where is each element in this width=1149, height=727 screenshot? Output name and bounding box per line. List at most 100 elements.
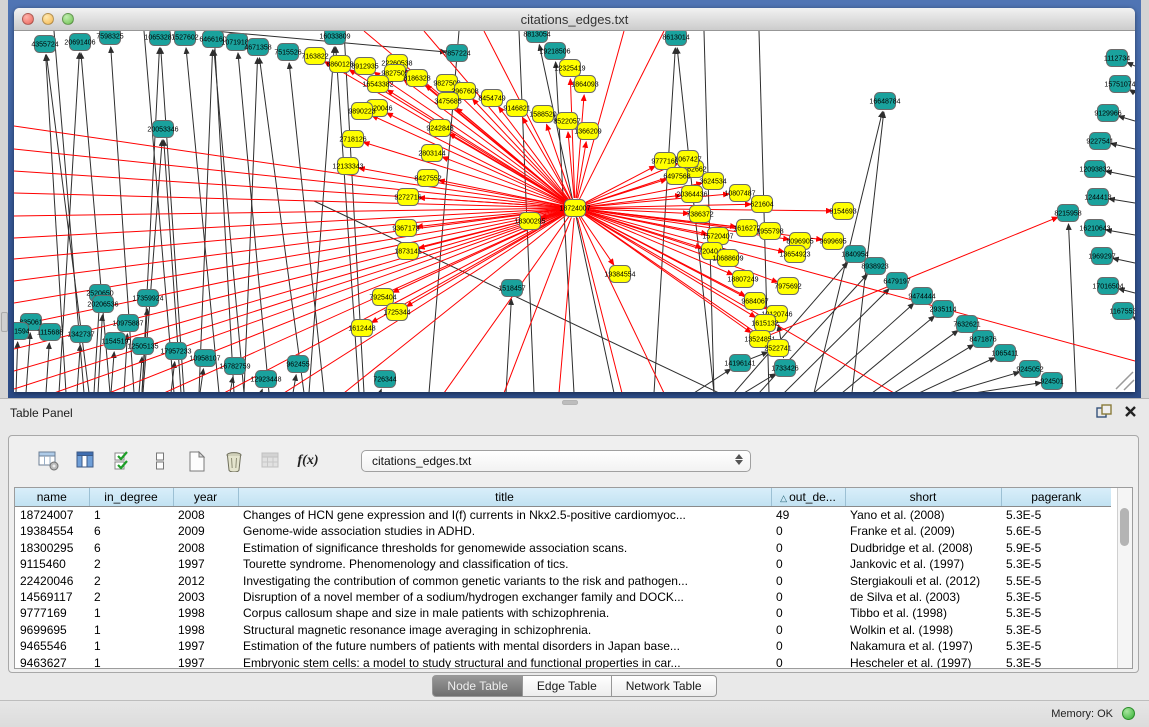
table-cell[interactable]: 19384554 [15, 523, 89, 539]
network-node[interactable]: 9699695 [819, 233, 846, 250]
network-node[interactable]: 7598325 [96, 31, 123, 45]
network-node[interactable]: 2935114 [930, 301, 957, 318]
network-node[interactable]: 726344 [373, 371, 396, 388]
network-node[interactable]: 8454749 [478, 90, 505, 107]
network-node[interactable]: 1615132 [751, 315, 778, 332]
table-selector-dropdown[interactable]: citations_edges.txt [361, 450, 751, 472]
delete-column-trash-icon[interactable] [222, 450, 246, 472]
table-cell[interactable]: 5.5E-5 [1001, 573, 1111, 589]
column-header-in-degree[interactable]: in_degree [89, 488, 173, 507]
network-node[interactable]: 9684067 [741, 293, 768, 310]
table-cell[interactable]: 5.3E-5 [1001, 507, 1111, 524]
network-node[interactable]: 1612448 [348, 320, 375, 337]
table-cell[interactable]: 5.3E-5 [1001, 589, 1111, 605]
table-row[interactable]: 1830029562008Estimation of significance … [15, 540, 1111, 556]
network-node[interactable]: 12133343 [332, 158, 363, 175]
network-node[interactable]: 3475685 [434, 93, 461, 110]
toggle-row-height-button[interactable] [148, 450, 172, 472]
network-node[interactable]: 7163822 [301, 48, 328, 65]
network-node[interactable]: 962455 [286, 356, 309, 373]
network-node[interactable]: 15751074 [1104, 76, 1135, 93]
table-cell[interactable]: 0 [771, 638, 845, 654]
network-node[interactable]: 16782759 [219, 358, 250, 375]
table-cell[interactable]: Changes of HCN gene expression and I(f) … [238, 507, 771, 524]
table-cell[interactable]: Embryonic stem cells: a model to study s… [238, 655, 771, 669]
table-cell[interactable]: 9777169 [15, 605, 89, 621]
table-cell[interactable]: Structural magnetic resonance image aver… [238, 622, 771, 638]
network-node[interactable]: 7515526 [274, 44, 301, 61]
table-cell[interactable]: 0 [771, 622, 845, 638]
network-node[interactable]: 19218506 [539, 43, 570, 60]
table-cell[interactable]: 1998 [173, 622, 238, 638]
network-node[interactable]: 9367173 [392, 220, 419, 237]
network-node[interactable]: 1115688 [37, 324, 63, 341]
table-cell[interactable]: Investigating the contribution of common… [238, 573, 771, 589]
network-node[interactable]: 2522741 [764, 340, 791, 357]
table-cell[interactable]: 1997 [173, 556, 238, 572]
network-canvas[interactable]: 4355724206914067598325106532871527602646… [14, 31, 1135, 392]
table-cell[interactable]: 5.3E-5 [1001, 655, 1111, 669]
table-cell[interactable]: Yano et al. (2008) [845, 507, 1001, 524]
network-node[interactable]: 7386372 [686, 206, 713, 223]
table-cell[interactable]: Estimation of significance thresholds fo… [238, 540, 771, 556]
network-node[interactable]: 1864093 [571, 76, 598, 93]
table-row[interactable]: 946554611997Estimation of the future num… [15, 638, 1111, 654]
table-cell[interactable]: 9463627 [15, 655, 89, 669]
new-column-icon[interactable] [185, 450, 209, 472]
network-node[interactable]: 12923448 [250, 371, 281, 388]
column-header-short[interactable]: short [845, 488, 1001, 507]
panel-splitter-handle[interactable] [562, 400, 578, 405]
network-node[interactable]: 1167553 [1110, 303, 1135, 320]
tab-network-table[interactable]: Network Table [612, 675, 717, 697]
tab-edge-table[interactable]: Edge Table [523, 675, 612, 697]
table-row[interactable]: 946362711997Embryonic stem cells: a mode… [15, 655, 1111, 669]
column-header-pagerank[interactable]: pagerank [1001, 488, 1111, 507]
table-cell[interactable]: Tibbo et al. (1998) [845, 605, 1001, 621]
table-cell[interactable]: 1 [89, 507, 173, 524]
network-node[interactable]: 1244413 [1084, 189, 1111, 206]
table-cell[interactable]: 0 [771, 573, 845, 589]
table-cell[interactable]: Stergiakouli et al. (2012) [845, 573, 1001, 589]
table-cell[interactable]: Dudbridge et al. (2008) [845, 540, 1001, 556]
network-node[interactable]: 20691406 [64, 34, 95, 51]
table-cell[interactable]: 5.3E-5 [1001, 605, 1111, 621]
table-cell[interactable]: 2008 [173, 540, 238, 556]
network-node[interactable]: 1065411 [992, 345, 1019, 362]
network-node[interactable]: 7857224 [443, 45, 470, 62]
network-node[interactable]: 12505135 [127, 338, 158, 355]
network-node[interactable]: 8522057 [553, 113, 580, 130]
scrollbar-thumb[interactable] [1120, 508, 1129, 546]
network-node[interactable]: 4671358 [244, 39, 271, 56]
table-cell[interactable]: 18300295 [15, 540, 89, 556]
network-node[interactable]: 8813054 [523, 31, 550, 43]
table-row[interactable]: 1456911722003Disruption of a novel membe… [15, 589, 1111, 605]
table-cell[interactable]: 1 [89, 605, 173, 621]
column-header-year[interactable]: year [173, 488, 238, 507]
network-node[interactable]: 9129966 [1094, 105, 1121, 122]
table-cell[interactable]: 49 [771, 507, 845, 524]
network-node[interactable]: 1969297 [1088, 248, 1115, 265]
table-cell[interactable]: 0 [771, 605, 845, 621]
network-node[interactable]: 7925404 [369, 289, 396, 306]
network-node[interactable]: 2718126 [339, 131, 366, 148]
table-vertical-scrollbar[interactable] [1117, 488, 1132, 668]
network-node[interactable]: 7632621 [953, 316, 980, 333]
network-node[interactable]: 391594 [14, 323, 30, 340]
network-node[interactable]: 9146821 [503, 100, 530, 117]
table-cell[interactable]: Franke et al. (2009) [845, 523, 1001, 539]
network-node[interactable]: 8613014 [662, 31, 689, 46]
node-attribute-table[interactable]: namein_degreeyeartitle△out_de...shortpag… [15, 488, 1111, 669]
network-node[interactable]: 1112734 [1104, 50, 1130, 67]
network-window-titlebar[interactable]: citations_edges.txt [14, 8, 1135, 31]
table-cell[interactable]: 2009 [173, 523, 238, 539]
function-builder-button[interactable]: f(x) [296, 450, 320, 472]
table-cell[interactable]: 9465546 [15, 638, 89, 654]
table-row[interactable]: 911546021997Tourette syndrome. Phenomeno… [15, 556, 1111, 572]
table-cell[interactable]: Wolkin et al. (1998) [845, 622, 1001, 638]
network-node[interactable]: 7975692 [774, 278, 801, 295]
table-row[interactable]: 977716911998Corpus callosum shape and si… [15, 605, 1111, 621]
network-node[interactable]: 9242848 [426, 120, 453, 137]
memory-ok-indicator[interactable] [1122, 707, 1135, 720]
network-node[interactable]: 1527602 [171, 31, 198, 46]
network-node[interactable]: 8215958 [1054, 205, 1081, 222]
